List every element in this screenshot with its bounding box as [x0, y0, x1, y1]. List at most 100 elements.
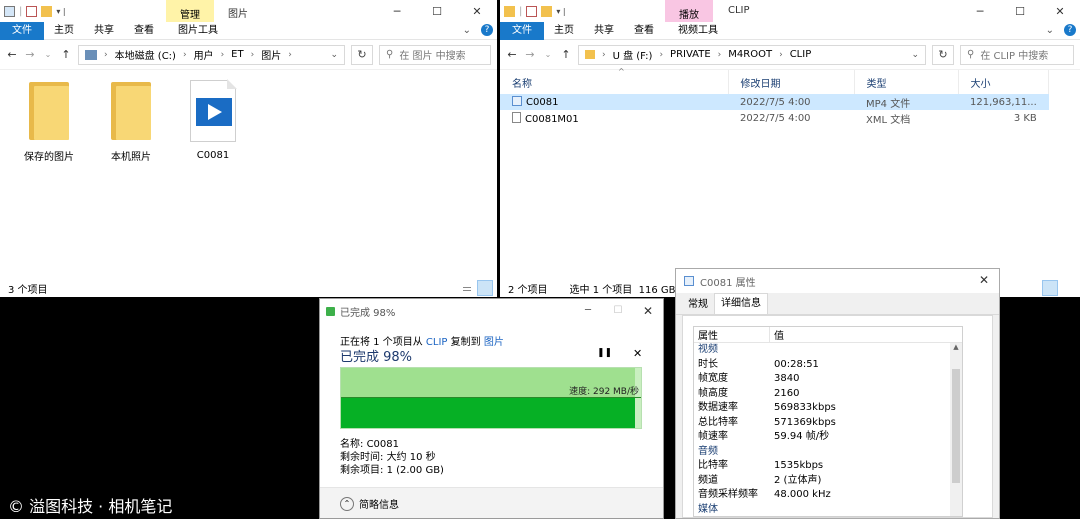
breadcrumb-m4root[interactable]: M4ROOT [728, 49, 772, 60]
tab-view[interactable]: 查看 [624, 22, 664, 40]
new-folder-icon[interactable] [541, 5, 553, 17]
maximize-button[interactable]: ☐ [417, 0, 457, 22]
tab-share[interactable]: 共享 [584, 22, 624, 40]
ribbon-tabs: 文件 主页 共享 查看 视频工具 ⌄ ? [500, 21, 1080, 40]
address-bar[interactable]: › 本地磁盘 (C:) › 用户 › ET › 图片 › ⌄ [78, 44, 345, 65]
scrollbar[interactable]: ▲ [950, 343, 962, 516]
breadcrumb-private[interactable]: PRIVATE [670, 49, 711, 60]
table-row[interactable]: C0081M01 2022/7/5 4:00 XML 文档 3 KB [500, 110, 1049, 126]
breadcrumb-drive[interactable]: U 盘 (F:) [613, 47, 653, 62]
breadcrumb-drive[interactable]: 本地磁盘 (C:) [115, 47, 176, 62]
back-arrow-icon[interactable]: ← [506, 48, 518, 61]
refresh-button[interactable]: ↻ [932, 44, 954, 65]
breadcrumb-et[interactable]: ET [231, 49, 243, 60]
property-row[interactable]: 总比特率 571369kbps [694, 416, 962, 431]
property-key: 帧宽度 [698, 373, 728, 384]
recent-locations-icon[interactable]: ⌄ [42, 50, 54, 59]
file-c0081[interactable]: C0081 [178, 79, 248, 161]
tab-picture-tools[interactable]: 图片工具 [164, 22, 228, 40]
tab-home[interactable]: 主页 [44, 22, 84, 40]
breadcrumb-users[interactable]: 用户 [194, 47, 214, 62]
chevron-up-icon: ⌃ [340, 496, 354, 511]
column-value[interactable]: 值 [770, 327, 784, 342]
pause-button[interactable]: ❚❚ [597, 348, 612, 358]
customize-qat-icon[interactable]: ▾ | [56, 7, 65, 16]
folder-saved-pictures[interactable]: 保存的图片 [14, 82, 84, 163]
context-tab-manage[interactable]: 管理 [166, 0, 214, 22]
cancel-button[interactable]: ✕ [633, 347, 642, 360]
property-row[interactable]: 音频采样频率 48.000 kHz [694, 488, 962, 503]
breadcrumb-clip[interactable]: CLIP [790, 49, 812, 60]
breadcrumb-pictures[interactable]: 图片 [261, 47, 281, 62]
tab-view[interactable]: 查看 [124, 22, 164, 40]
up-arrow-icon[interactable]: ↑ [60, 48, 72, 61]
customize-qat-icon[interactable]: ▾ | [556, 7, 565, 16]
close-button[interactable]: ✕ [633, 299, 663, 323]
item-label: C0081 [196, 150, 230, 161]
close-button[interactable]: ✕ [1040, 0, 1080, 22]
tab-share[interactable]: 共享 [84, 22, 124, 40]
property-row[interactable]: 帧速率 59.94 帧/秒 [694, 430, 962, 445]
context-tab-play[interactable]: 播放 [665, 0, 713, 22]
property-value: 3840 [774, 373, 800, 384]
minimize-button[interactable]: ─ [960, 0, 1000, 22]
maximize-button[interactable]: ☐ [1000, 0, 1040, 22]
forward-arrow-icon[interactable]: → [524, 48, 536, 61]
help-icon[interactable]: ? [481, 24, 493, 36]
tab-details[interactable]: 详细信息 [714, 293, 768, 314]
address-dropdown-icon[interactable]: ⌄ [330, 50, 338, 60]
column-date[interactable]: 修改日期 [728, 70, 855, 94]
close-button[interactable]: ✕ [979, 273, 989, 287]
search-box[interactable]: ⚲ 在 CLIP 中搜索 [960, 44, 1074, 65]
tab-file[interactable]: 文件 [0, 21, 44, 40]
less-info-button[interactable]: ⌃ 简略信息 [340, 496, 399, 511]
property-row[interactable]: 频道 2 (立体声) [694, 474, 962, 489]
scroll-thumb[interactable] [952, 369, 960, 483]
help-icon[interactable]: ? [1064, 24, 1076, 36]
large-icons-view-icon[interactable] [1060, 280, 1076, 296]
address-dropdown-icon[interactable]: ⌄ [911, 50, 919, 60]
details-view-icon[interactable] [459, 280, 475, 296]
up-arrow-icon[interactable]: ↑ [560, 48, 572, 61]
new-folder-icon[interactable] [41, 5, 53, 17]
column-size[interactable]: 大小 [958, 70, 1050, 94]
column-type[interactable]: 类型 [854, 70, 959, 94]
tab-home[interactable]: 主页 [544, 22, 584, 40]
title-bar: | ▾ | 播放 CLIP ─ ☐ ✕ [500, 0, 1080, 22]
progress-heading: 已完成 98% [340, 350, 413, 365]
property-section-heading: 视频 [698, 344, 718, 355]
property-row[interactable]: 帧高度 2160 [694, 387, 962, 402]
property-value: 571369kbps [774, 416, 836, 428]
details-view-icon[interactable] [1042, 280, 1058, 296]
large-icons-view-icon[interactable] [477, 280, 493, 296]
minimize-button[interactable]: ─ [573, 299, 603, 323]
property-row[interactable]: 数据速率 569833kbps [694, 401, 962, 416]
column-name[interactable]: 名称 [500, 70, 729, 94]
quick-access-toolbar: | ▾ | [0, 0, 66, 22]
back-arrow-icon[interactable]: ← [6, 48, 18, 61]
recent-locations-icon[interactable]: ⌄ [542, 50, 554, 59]
scroll-up-arrow-icon[interactable]: ▲ [950, 343, 962, 351]
address-bar[interactable]: › U 盘 (F:) › PRIVATE › M4ROOT › CLIP ⌄ [578, 44, 926, 65]
property-row[interactable]: 帧宽度 3840 [694, 372, 962, 387]
tab-file[interactable]: 文件 [500, 21, 544, 40]
search-box[interactable]: ⚲ 在 图片 中搜索 [379, 44, 491, 65]
tab-general[interactable]: 常规 [682, 296, 714, 314]
column-property[interactable]: 属性 [694, 327, 770, 342]
close-button[interactable]: ✕ [457, 0, 497, 22]
properties-icon[interactable] [526, 5, 538, 17]
refresh-button[interactable]: ↻ [351, 44, 373, 65]
table-row[interactable]: C0081 2022/7/5 4:00 MP4 文件 121,963,11... [500, 94, 1049, 110]
properties-icon[interactable] [26, 5, 38, 17]
expand-ribbon-icon[interactable]: ⌄ [1046, 25, 1054, 36]
forward-arrow-icon[interactable]: → [24, 48, 36, 61]
folder-camera-roll[interactable]: 本机照片 [96, 82, 166, 163]
maximize-button[interactable]: ☐ [603, 299, 633, 323]
minimize-button[interactable]: ─ [377, 0, 417, 22]
source-link[interactable]: CLIP [426, 337, 448, 348]
property-row[interactable]: 时长 00:28:51 [694, 358, 962, 373]
expand-ribbon-icon[interactable]: ⌄ [463, 25, 471, 36]
dest-link[interactable]: 图片 [484, 337, 504, 348]
tab-video-tools[interactable]: 视频工具 [664, 22, 728, 40]
property-row[interactable]: 比特率 1535kbps [694, 459, 962, 474]
